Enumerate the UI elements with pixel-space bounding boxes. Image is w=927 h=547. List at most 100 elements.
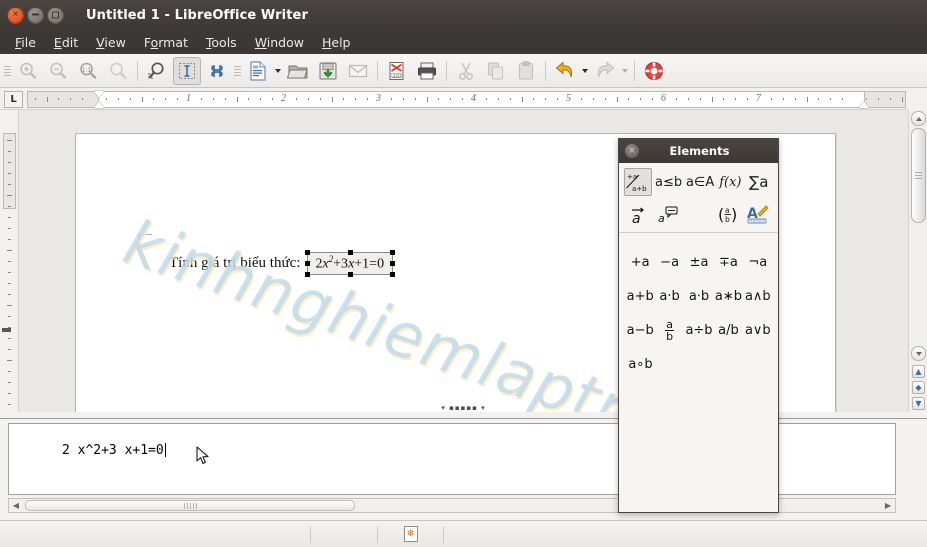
selection-handle-middle-right[interactable] bbox=[390, 261, 395, 266]
selection-handle-middle-left[interactable] bbox=[305, 261, 310, 266]
close-window-button[interactable]: ✕ bbox=[7, 7, 24, 24]
elements-grid-row-3: a−b ab a÷b a/b a∨b bbox=[626, 313, 773, 347]
zoom-out-icon[interactable] bbox=[44, 57, 72, 85]
new-document-dropdown-arrow[interactable] bbox=[273, 59, 283, 83]
text-cursor-icon[interactable] bbox=[173, 57, 201, 85]
menu-format[interactable]: Format bbox=[135, 33, 197, 52]
menu-help[interactable]: Help bbox=[313, 33, 360, 52]
addition-item[interactable]: a+b bbox=[626, 281, 654, 311]
new-document-icon[interactable] bbox=[244, 57, 272, 85]
math-scroll-left-button[interactable]: ◀ bbox=[9, 499, 23, 512]
operators-category[interactable]: ∑a bbox=[746, 168, 772, 196]
formula-cursor-icon[interactable] bbox=[203, 57, 231, 85]
scroll-down-button[interactable] bbox=[911, 346, 926, 361]
navigation-button[interactable]: ◆ bbox=[912, 381, 925, 394]
selection-handle-bottom-right[interactable] bbox=[390, 272, 395, 277]
selection-handle-top-middle[interactable] bbox=[348, 250, 353, 255]
boolean-and-item[interactable]: a∧b bbox=[744, 281, 772, 311]
toolbar-grip[interactable] bbox=[4, 63, 11, 79]
export-pdf-icon[interactable]: PDF bbox=[383, 57, 411, 85]
status-cell-2[interactable] bbox=[311, 521, 377, 547]
vertical-indent-marker[interactable] bbox=[2, 328, 11, 332]
minimize-window-button[interactable] bbox=[27, 7, 44, 24]
boolean-or-item[interactable]: a∨b bbox=[744, 315, 772, 345]
vruler-top-margin[interactable] bbox=[3, 133, 16, 209]
copy-icon[interactable] bbox=[482, 57, 510, 85]
print-icon[interactable] bbox=[413, 57, 441, 85]
plus-minus-item[interactable]: ±a bbox=[685, 247, 713, 277]
status-modified-cell[interactable]: ✻ bbox=[378, 521, 443, 547]
vertical-ruler[interactable] bbox=[0, 110, 19, 412]
paste-icon[interactable] bbox=[512, 57, 540, 85]
status-cell-4[interactable] bbox=[444, 521, 927, 547]
math-scroll-thumb[interactable] bbox=[25, 500, 355, 511]
menu-window[interactable]: Window bbox=[246, 33, 313, 52]
email-document-icon[interactable] bbox=[344, 57, 372, 85]
others-category[interactable]: A bbox=[744, 200, 772, 228]
document-vertical-scrollbar[interactable]: ▲ ◆ ▼ bbox=[908, 110, 927, 412]
relations-category[interactable]: a≤b bbox=[654, 168, 683, 196]
elements-panel[interactable]: × Elements +a a+b a≤b a∈A bbox=[618, 138, 779, 513]
elements-close-button[interactable]: × bbox=[625, 144, 639, 158]
vertical-scroll-thumb[interactable] bbox=[911, 128, 926, 223]
next-page-button[interactable]: ▼ bbox=[912, 397, 925, 410]
selection-handle-top-right[interactable] bbox=[390, 250, 395, 255]
multiplication-dot-item[interactable]: a⋅b bbox=[685, 281, 713, 311]
undo-icon[interactable] bbox=[551, 57, 579, 85]
menu-edit[interactable]: Edit bbox=[45, 33, 87, 52]
status-cell-1[interactable] bbox=[0, 521, 310, 547]
ruler-right-margin[interactable] bbox=[864, 91, 906, 108]
menu-file[interactable]: File bbox=[6, 33, 45, 52]
brackets-category[interactable]: ( a b ) bbox=[714, 200, 742, 228]
minus-plus-item[interactable]: ∓a bbox=[714, 247, 742, 277]
undo-dropdown-arrow[interactable] bbox=[580, 59, 590, 83]
circle-operator-item[interactable]: a∘b bbox=[626, 349, 655, 379]
math-scroll-right-button[interactable]: ▶ bbox=[881, 499, 895, 512]
first-line-indent-marker[interactable] bbox=[94, 91, 104, 98]
selection-handle-top-left[interactable] bbox=[305, 250, 310, 255]
subtraction-item[interactable]: a·b bbox=[655, 281, 683, 311]
unary-binary-operators-category[interactable]: +a a+b bbox=[624, 168, 652, 196]
zoom-100-icon[interactable]: 1:1 bbox=[74, 57, 102, 85]
unary-minus-item[interactable]: −a bbox=[655, 247, 683, 277]
ruler-strip[interactable]: 1234567 bbox=[27, 91, 908, 108]
document-paragraph[interactable]: Tính giá trị biểu thức: 2x2+3x+1=0 bbox=[169, 252, 393, 275]
left-indent-marker[interactable] bbox=[94, 101, 104, 108]
redo-icon[interactable] bbox=[591, 57, 619, 85]
ruler-text-area[interactable] bbox=[99, 91, 864, 108]
division-obelus-item[interactable]: a÷b bbox=[685, 315, 713, 345]
tab-stop-selector-button[interactable]: L bbox=[4, 91, 23, 108]
attributes-category[interactable]: a bbox=[624, 200, 652, 228]
boolean-not-item[interactable]: ¬a bbox=[744, 247, 772, 277]
zoom-in-icon[interactable] bbox=[14, 57, 42, 85]
formats-category[interactable]: a bbox=[654, 200, 682, 228]
maximize-window-button[interactable] bbox=[47, 7, 64, 24]
multiplication-asterisk-item[interactable]: a∗b bbox=[714, 281, 742, 311]
menu-view[interactable]: View bbox=[87, 33, 135, 52]
division-slash-item[interactable]: a/b bbox=[714, 315, 742, 345]
open-document-icon[interactable] bbox=[284, 57, 312, 85]
redo-dropdown-arrow[interactable] bbox=[620, 59, 630, 83]
division-fraction-item[interactable]: ab bbox=[655, 315, 683, 345]
unary-plus-item[interactable]: +a bbox=[626, 247, 654, 277]
previous-page-button[interactable]: ▲ bbox=[912, 365, 925, 378]
division-slash-glyph: a/b bbox=[718, 323, 739, 338]
set-operations-category[interactable]: a∈A bbox=[685, 168, 715, 196]
menu-tools[interactable]: Tools bbox=[197, 33, 246, 52]
selection-handle-bottom-left[interactable] bbox=[305, 272, 310, 277]
zoom-previous-icon[interactable] bbox=[104, 57, 132, 85]
horizontal-ruler[interactable]: L 1234567 bbox=[0, 89, 908, 110]
help-icon[interactable] bbox=[640, 57, 668, 85]
elements-title-bar[interactable]: × Elements bbox=[619, 139, 778, 163]
toolbar-grip-2[interactable] bbox=[234, 63, 241, 79]
save-document-icon[interactable] bbox=[314, 57, 342, 85]
scroll-up-button[interactable] bbox=[911, 111, 926, 126]
zoom-selection-icon[interactable] bbox=[143, 57, 171, 85]
ruler-left-margin[interactable] bbox=[27, 91, 99, 108]
selection-handle-bottom-middle[interactable] bbox=[348, 272, 353, 277]
right-indent-marker[interactable] bbox=[859, 101, 869, 108]
subtraction-minus-item[interactable]: a−b bbox=[626, 315, 654, 345]
formula-object[interactable]: 2x2+3x+1=0 bbox=[307, 252, 393, 275]
functions-category[interactable]: f(x) bbox=[717, 168, 743, 196]
cut-icon[interactable] bbox=[452, 57, 480, 85]
